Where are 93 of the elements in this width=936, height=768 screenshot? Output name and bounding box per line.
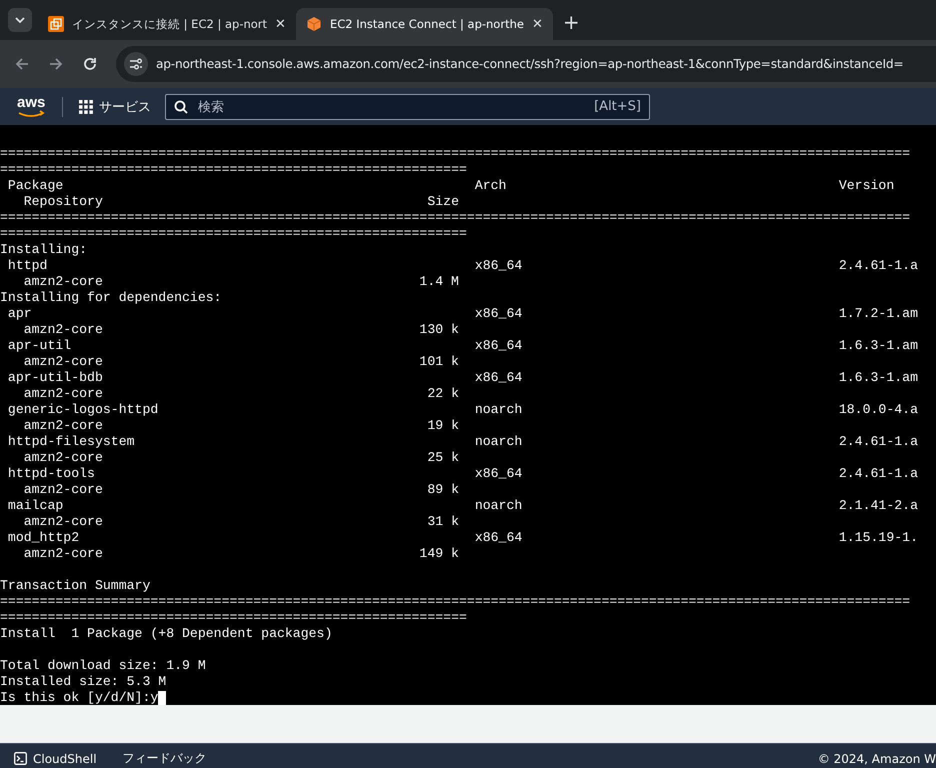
prompt-text: Is this ok [y/d/N]: <box>0 690 150 705</box>
repository-text: amzn2-core <box>24 418 104 434</box>
new-tab-button[interactable]: + <box>562 10 580 34</box>
cursor <box>158 691 166 705</box>
size-text: 130 k <box>418 322 459 338</box>
package-name: mailcap <box>8 498 64 514</box>
arch-text: x86_64 <box>474 466 524 482</box>
browser-tab[interactable]: EC2 Instance Connect | ap-northe ✕ <box>296 8 553 40</box>
url-text: ap-northeast-1.console.aws.amazon.com/ec2-instance-connect/ssh?region=ap-northeast-1&connType=standard&instanceId= <box>156 57 904 71</box>
version-text: 1.6.3-1.am <box>838 338 918 354</box>
version-text: 2.4.61-1.a <box>838 434 918 450</box>
arch-text: x86_64 <box>474 306 524 322</box>
version-text: 2.4.61-1.a <box>838 258 918 274</box>
search-placeholder: 検索 <box>198 98 225 116</box>
version-text: 1.15.19-1. <box>838 530 918 546</box>
repository-text: amzn2-core <box>24 274 104 290</box>
repository-text: amzn2-core <box>24 482 104 498</box>
version-text: 2.1.41-2.a <box>838 498 918 514</box>
services-menu[interactable]: サービス <box>79 98 151 116</box>
back-icon[interactable] <box>14 56 30 72</box>
ec2-icon <box>48 16 64 32</box>
repository-text: amzn2-core <box>24 514 104 530</box>
cube-icon <box>306 16 322 32</box>
terminal-line: Total download size: 1.9 M <box>0 658 206 674</box>
size-text: 22 k <box>426 386 459 402</box>
repository-text: amzn2-core <box>24 354 104 370</box>
terminal-icon <box>14 752 27 765</box>
size-text: 149 k <box>418 546 459 562</box>
package-name: mod_http2 <box>8 530 80 546</box>
version-text: Version <box>838 178 894 194</box>
arch-text: x86_64 <box>474 530 524 546</box>
tab-title: EC2 Instance Connect | ap-northe <box>330 17 524 31</box>
repository-text: amzn2-core <box>24 546 104 562</box>
grid-icon <box>79 100 93 114</box>
terminal-line: Install 1 Package (+8 Dependent packages) <box>0 626 332 642</box>
search-icon <box>174 100 188 114</box>
feedback-link[interactable]: フィードバック <box>122 750 207 767</box>
reload-icon[interactable] <box>82 56 98 72</box>
package-name: httpd-tools <box>8 466 96 482</box>
size-text: 31 k <box>426 514 459 530</box>
copyright-text: © 2024, Amazon W <box>818 752 936 766</box>
size-text: 19 k <box>426 418 459 434</box>
forward-icon[interactable] <box>48 56 64 72</box>
address-bar[interactable]: ap-northeast-1.console.aws.amazon.com/ec2-instance-connect/ssh?region=ap-northeast-1&connType=standard&instanceId= <box>116 46 936 82</box>
arch-text: x86_64 <box>474 258 524 274</box>
separator-line: =========================================================== <box>0 226 467 242</box>
separator-line: =================================================================================================================== <box>0 210 910 226</box>
version-text: 1.7.2-1.am <box>838 306 918 322</box>
cloudshell-link[interactable]: CloudShell <box>14 752 97 766</box>
separator-line: =========================================================== <box>0 162 467 178</box>
size-text: Size <box>426 194 459 210</box>
repository-text: amzn2-core <box>24 322 104 338</box>
size-text: 1.4 M <box>418 274 459 290</box>
terminal-line: Transaction Summary <box>0 578 150 594</box>
repository-text: amzn2-core <box>24 386 104 402</box>
arch-text: x86_64 <box>474 370 524 386</box>
package-name: apr <box>8 306 33 322</box>
terminal-line: Installing: <box>0 242 88 258</box>
arch-text: noarch <box>474 498 524 514</box>
size-text: 101 k <box>418 354 459 370</box>
arch-text: Arch <box>474 178 508 194</box>
package-name: Package <box>8 178 64 194</box>
separator-line: =================================================================================================================== <box>0 146 910 162</box>
package-name: httpd-filesystem <box>8 434 136 450</box>
typed-text: y <box>150 690 158 705</box>
repository-text: Repository <box>24 194 104 210</box>
tab-title: インスタンスに接続 | EC2 | ap-nort <box>72 16 268 32</box>
version-text: 18.0.0-4.a <box>838 402 918 418</box>
caret-icon <box>15 17 25 23</box>
browser-tab[interactable]: インスタンスに接続 | EC2 | ap-nort ✕ <box>38 8 296 40</box>
package-name: httpd <box>8 258 48 274</box>
package-name: apr-util-bdb <box>8 370 104 386</box>
size-text: 25 k <box>426 450 459 466</box>
package-name: apr-util <box>8 338 72 354</box>
separator-line: =================================================================================================================== <box>0 594 910 610</box>
package-name: generic-logos-httpd <box>8 402 160 418</box>
terminal-line: Installing for dependencies: <box>0 290 222 306</box>
separator-line: =========================================================== <box>0 610 467 626</box>
aws-logo[interactable]: aws <box>16 94 46 118</box>
repository-text: amzn2-core <box>24 450 104 466</box>
version-text: 1.6.3-1.am <box>838 370 918 386</box>
site-settings-icon[interactable] <box>124 52 148 76</box>
version-text: 2.4.61-1.a <box>838 466 918 482</box>
arch-text: noarch <box>474 402 524 418</box>
close-icon[interactable]: ✕ <box>275 16 286 32</box>
terminal-line: Installed size: 5.3 M <box>0 674 166 690</box>
arch-text: x86_64 <box>474 338 524 354</box>
size-text: 89 k <box>426 482 459 498</box>
close-icon[interactable]: ✕ <box>532 16 543 32</box>
tab-list-button[interactable] <box>8 8 32 32</box>
search-field[interactable]: 検索 [Alt+S] <box>165 94 650 120</box>
arch-text: noarch <box>474 434 524 450</box>
shortcut-hint: [Alt+S] <box>594 99 641 114</box>
